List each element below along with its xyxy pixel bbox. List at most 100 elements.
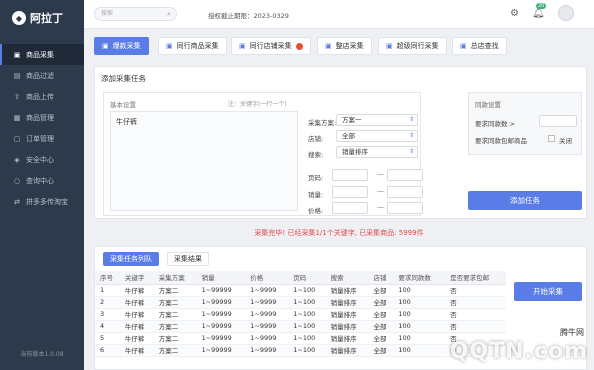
tab-hot-collect[interactable]: ▣ 爆款采集 [94,37,149,55]
filter-icon: ▤ [13,71,21,80]
sidebar-item-collect[interactable]: ▣ 商品采集 [0,44,84,65]
table-cell: 1~100 [288,296,326,309]
column-header: 要求同款数 [393,271,446,285]
tab-icon: ▣ [102,42,109,50]
sidebar-item-security[interactable]: ◈ 安全中心 [0,149,84,170]
app-logo: ◆ 阿拉丁 [0,0,84,36]
price-max-input[interactable] [387,202,423,214]
table-cell: 1~99999 [196,296,246,309]
basic-note: 注：关键字(一行一个) [228,101,287,108]
table-cell: 1~100 [288,332,326,345]
tab-peer-product[interactable]: ▣ 同行商品采集 [158,37,227,55]
tab-icon: ▣ [239,42,246,50]
topbar: 搜索 ⌕ 授权截止期限：2023-0329 ⚙ 🔔︎ 20 [84,0,594,29]
table-cell: 1~9999 [245,296,289,309]
search-input[interactable]: 搜索 ⌕ [94,7,177,21]
table-row[interactable]: 5 牛仔裤 方案二 1~99999 1~9999 1~100 销量排序 全部 100 否 [95,332,506,345]
grid-icon: ▦ [13,113,21,122]
table-cell: 100 [393,308,446,321]
version-label: 当前版本1.0.08 [20,351,64,358]
table-cell: 销量排序 [325,320,369,333]
table-cell: 1~99999 [196,320,246,333]
table-cell: 1~99999 [196,344,246,357]
transfer-icon: ⇄ [14,197,20,206]
column-header: 价格 [245,271,289,285]
table-row[interactable]: 6 牛仔裤 方案二 1~99999 1~9999 1~100 销量排序 全部 100 否 [95,344,506,357]
sidebar-item-manage[interactable]: ▦ 商品管理 [0,107,84,128]
same-count-label: 要求同款数 > [475,120,516,128]
same-count-input[interactable] [539,115,577,127]
search-sort-select[interactable]: 销量排序 ⇕ [336,146,418,158]
same-free-checkbox[interactable] [548,135,555,142]
sales-max-input[interactable] [387,186,423,198]
table-cell: 否 [445,284,506,297]
avatar[interactable] [558,5,574,21]
table-cell: 全部 [368,308,394,321]
scheme-select[interactable]: 方案一 ⇕ [336,114,418,126]
table-cell: 方案二 [153,332,197,345]
table-cell: 否 [445,308,506,321]
column-header: 页码 [288,271,326,285]
settings-icon[interactable]: ⚙ [510,8,519,19]
tab-task-queue[interactable]: 采集任务列队 [103,252,159,266]
search-icon[interactable]: ⌕ [167,8,171,20]
sales-min-input[interactable] [332,186,368,198]
table-cell: 方案二 [153,344,197,357]
price-label: 价格: [308,207,324,215]
column-header: 序号 [95,271,120,285]
start-collect-button[interactable]: 开始采集 [514,282,582,301]
table-cell: 销量排序 [325,332,369,345]
tab-main-store[interactable]: ▣ 总店查找 [452,37,507,55]
table-cell: 牛仔裤 [119,296,154,309]
store-select[interactable]: 全部 ⇕ [336,130,418,142]
upload-icon: ⇧ [14,92,20,101]
table-row[interactable]: 1 牛仔裤 方案二 1~99999 1~9999 1~100 销量排序 全部 100 否 [95,284,506,297]
table-cell: 1~99999 [196,332,246,345]
task-panel: 添加采集任务 基本设置 注：关键字(一行一个) 牛仔裤 采集方案: 方案一 ⇕ 店… [94,66,587,219]
shield-icon: ◈ [14,155,20,164]
sidebar-item-filter[interactable]: ▤ 商品过滤 [0,65,84,86]
task-table: 序号 关键字 采集方案 销量 价格 页码 搜索 店铺 要求同款数 是否要求包邮 1 牛仔裤 方案二 1~… [95,271,506,357]
table-cell: 方案二 [153,284,197,297]
column-header: 店铺 [368,271,394,285]
page-min-input[interactable] [332,169,368,181]
table-cell: 全部 [368,284,394,297]
logo-icon: ◆ [12,11,26,25]
table-cell: 全部 [368,332,394,345]
page-label: 页码: [308,174,324,182]
sidebar-item-transfer[interactable]: ⇄ 拼多多传淘宝 [0,191,84,212]
tab-whole-store[interactable]: ▣ 整店采集 [317,37,372,55]
sidebar-item-orders[interactable]: ▢ 订单管理 [0,128,84,149]
add-task-button[interactable]: 添加任务 [468,191,582,210]
tab-peer-store[interactable]: ▣ 同行店铺采集 [231,37,311,55]
tab-icon: ▣ [386,42,393,50]
table-cell: 牛仔裤 [119,344,154,357]
table-cell: 否 [445,320,506,333]
tab-icon: ▣ [325,42,332,50]
table-cell: 销量排序 [325,308,369,321]
sidebar: ◆ 阿拉丁 ▣ 商品采集 ▤ 商品过滤 ⇧ 商品上传 ▦ 商品管理 ▢ 订单管理 ◈ 安全中… [0,0,84,370]
tab-super-peer[interactable]: ▣ 超级同行采集 [378,37,447,55]
table-row[interactable]: 3 牛仔裤 方案二 1~99999 1~9999 1~100 销量排序 全部 100 否 [95,308,506,321]
keyword-textarea[interactable]: 牛仔裤 [110,111,298,211]
same-title: 同款设置 [475,101,501,109]
tab-results[interactable]: 采集结果 [167,252,209,266]
sidebar-item-upload[interactable]: ⇧ 商品上传 [0,86,84,107]
table-cell: 牛仔裤 [119,332,154,345]
table-cell: 100 [393,344,446,357]
table-cell: 2 [95,296,120,309]
table-row[interactable]: 4 牛仔裤 方案二 1~99999 1~9999 1~100 销量排序 全部 100 否 [95,320,506,333]
panel-title: 添加采集任务 [101,74,146,83]
price-min-input[interactable] [332,202,368,214]
table-cell: 全部 [368,344,394,357]
bell-icon[interactable]: 🔔︎ [532,8,545,19]
search-icon: ○ [13,176,21,185]
page-max-input[interactable] [387,169,423,181]
table-row[interactable]: 2 牛仔裤 方案二 1~99999 1~9999 1~100 销量排序 全部 100 否 [95,296,506,309]
tab-icon: ▣ [460,42,467,50]
table-cell: 100 [393,284,446,297]
column-header: 是否要求包邮 [445,271,506,285]
table-cell: 1~99999 [196,308,246,321]
sidebar-item-query[interactable]: ○ 查询中心 [0,170,84,191]
watermark: QQTN.com [449,339,588,364]
